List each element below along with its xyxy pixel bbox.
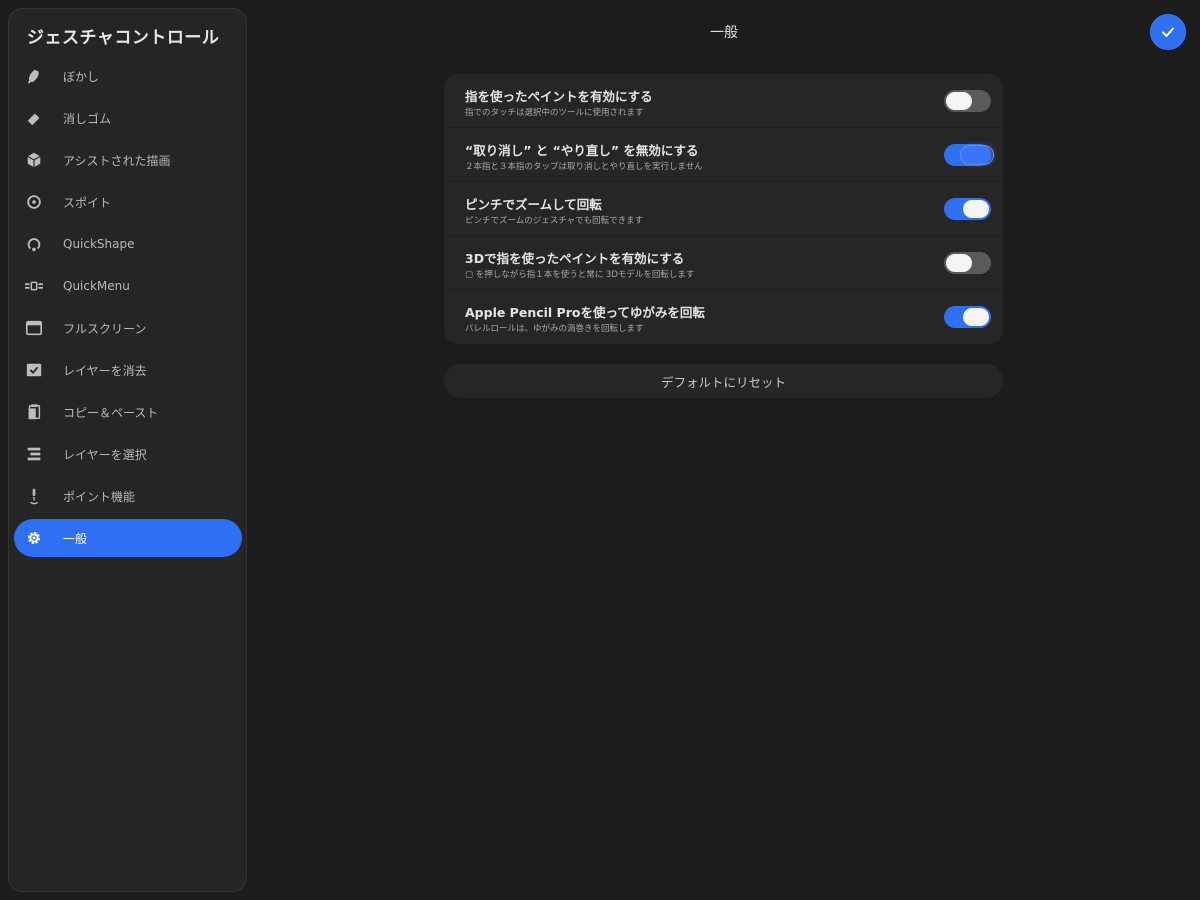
sidebar-item-eraser[interactable]: 消しゴム [14, 99, 242, 137]
setting-description: ▢ を押しながら指１本を使うと常に 3Dモデルを回転します [465, 270, 695, 280]
reset-defaults-button[interactable]: デフォルトにリセット [444, 364, 1003, 398]
sidebar-item-label: 一般 [63, 531, 88, 546]
sidebar-item-label: ぼかし [63, 69, 100, 84]
toggle-finger-painting[interactable] [944, 90, 991, 112]
setting-title: Apple Pencil Proを使ってゆがみを回転 [465, 305, 705, 320]
setting-description: バレルロールは、ゆがみの渦巻きを回転します [465, 324, 644, 334]
toggle-pencil-pro-liquify[interactable] [944, 306, 991, 328]
toggle-knob [963, 308, 989, 326]
sidebar-item-label: QuickMenu [63, 279, 130, 293]
toggle-3d-finger-painting[interactable] [944, 252, 991, 274]
toggle-knob [946, 254, 972, 272]
setting-description: ２本指と３本指のタップは取り消しとやり直しを実行しません [465, 162, 703, 172]
settings-list: 指を使ったペイントを有効にする 指でのタッチは選択中のツールに使用されます “取… [444, 74, 1003, 344]
smudge-icon [23, 65, 45, 87]
sidebar-item-smudge[interactable]: ぼかし [14, 57, 242, 95]
sidebar-item-label: ポイント機能 [63, 489, 136, 504]
setting-title: “取り消し” と “やり直し” を無効にする [465, 143, 699, 158]
sidebar-item-fullscreen[interactable]: フルスクリーン [14, 309, 242, 347]
page-title: 一般 [710, 25, 738, 41]
copy-paste-icon [23, 401, 45, 423]
quickmenu-icon [23, 275, 45, 297]
toggle-knob [946, 92, 972, 110]
cube-icon [23, 149, 45, 171]
sidebar-item-label: レイヤーを選択 [63, 447, 147, 462]
pointer-icon [23, 485, 45, 507]
checkmark-icon [1162, 27, 1174, 37]
setting-row-finger-painting: 指を使ったペイントを有効にする 指でのタッチは選択中のツールに使用されます [444, 74, 1003, 128]
setting-row-disable-undo-redo: “取り消し” と “やり直し” を無効にする ２本指と３本指のタップは取り消しと… [444, 128, 1003, 182]
sidebar-list: ぼかし 消しゴム アシストされた描画 スポイト QuickShape Quick… [14, 57, 242, 561]
sidebar-item-label: コピー＆ペースト [63, 405, 159, 420]
sidebar-item-label: スポイト [63, 195, 112, 210]
sidebar-item-eyedropper[interactable]: スポイト [14, 183, 242, 221]
eyedropper-icon [23, 191, 45, 213]
sidebar-item-clear-layer[interactable]: レイヤーを消去 [14, 351, 242, 389]
sidebar-item-quickmenu[interactable]: QuickMenu [14, 267, 242, 305]
sidebar-item-copy-paste[interactable]: コピー＆ペースト [14, 393, 242, 431]
sidebar-item-select-layer[interactable]: レイヤーを選択 [14, 435, 242, 473]
setting-title: 3Dで指を使ったペイントを有効にする [465, 251, 685, 266]
clear-layer-icon [23, 359, 45, 381]
setting-title: ピンチでズームして回転 [465, 197, 602, 212]
eraser-icon [23, 107, 45, 129]
setting-row-pinch-zoom-rotate: ピンチでズームして回転 ピンチでズームのジェスチャでも回転できます [444, 182, 1003, 236]
done-button[interactable] [1151, 15, 1185, 49]
sidebar-item-label: レイヤーを消去 [63, 363, 147, 378]
setting-row-pencil-pro-liquify: Apple Pencil Proを使ってゆがみを回転 バレルロールは、ゆがみの渦… [444, 290, 1003, 344]
sidebar: ジェスチャコントロール ぼかし 消しゴム アシストされた描画 スポイト Quic… [8, 8, 247, 892]
gear-icon [23, 527, 45, 549]
layers-icon [23, 443, 45, 465]
sidebar-item-pointer[interactable]: ポイント機能 [14, 477, 242, 515]
sidebar-item-label: アシストされた描画 [63, 153, 171, 168]
setting-description: ピンチでズームのジェスチャでも回転できます [465, 216, 644, 226]
sidebar-item-label: QuickShape [63, 237, 135, 251]
setting-row-3d-finger-painting: 3Dで指を使ったペイントを有効にする ▢ を押しながら指１本を使うと常に 3Dモ… [444, 236, 1003, 290]
sidebar-item-label: 消しゴム [63, 111, 112, 126]
sidebar-item-assisted-drawing[interactable]: アシストされた描画 [14, 141, 242, 179]
sidebar-item-general[interactable]: 一般 [14, 519, 242, 557]
toggle-pinch-zoom-rotate[interactable] [944, 198, 991, 220]
toggle-disable-undo-redo[interactable] [944, 144, 993, 166]
sidebar-item-label: フルスクリーン [63, 321, 147, 336]
fullscreen-icon [23, 317, 45, 339]
toggle-knob [963, 200, 989, 218]
toggle-knob [961, 146, 993, 164]
sidebar-item-quickshape[interactable]: QuickShape [14, 225, 242, 263]
quickshape-icon [23, 233, 45, 255]
setting-title: 指を使ったペイントを有効にする [465, 89, 653, 104]
setting-description: 指でのタッチは選択中のツールに使用されます [465, 108, 644, 118]
